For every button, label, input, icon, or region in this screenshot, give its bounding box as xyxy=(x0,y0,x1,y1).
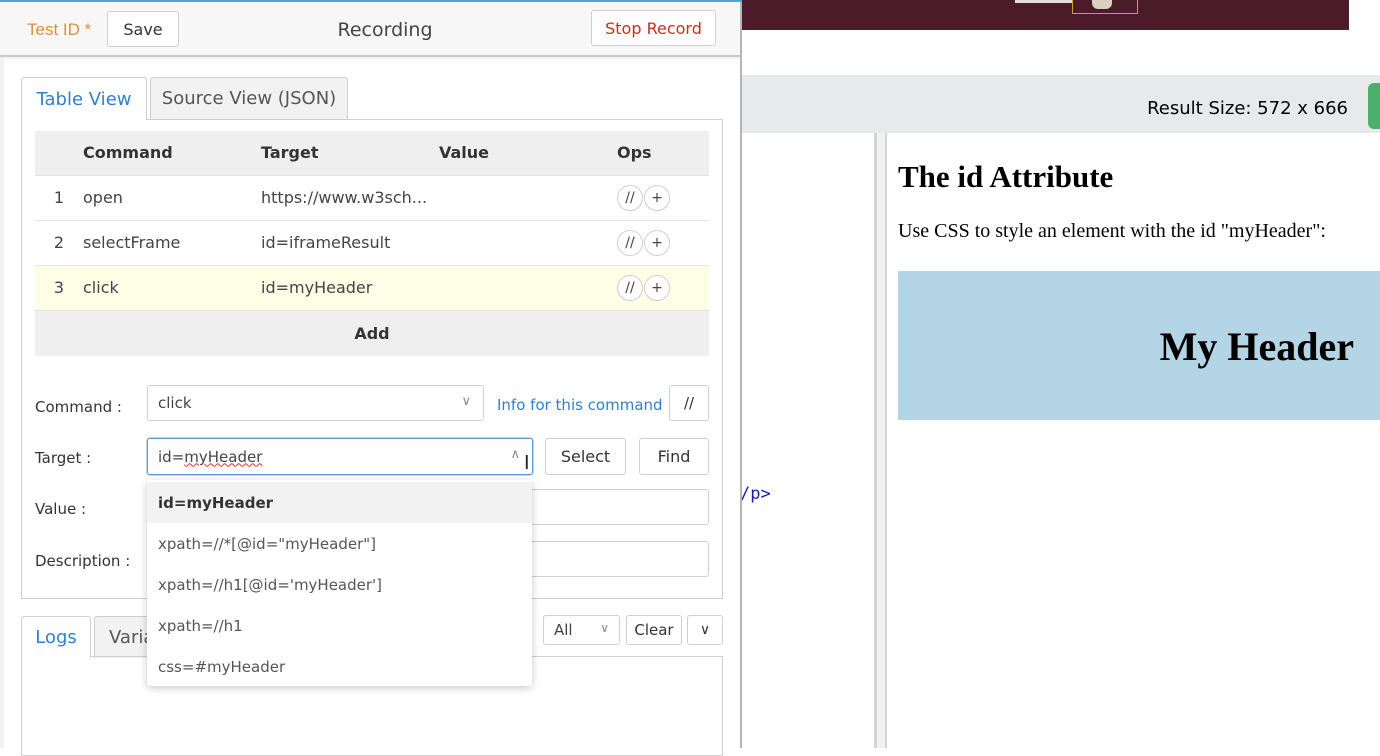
panel-header: Test ID * Save Recording Stop Record xyxy=(0,2,740,57)
target-label: Target : xyxy=(35,449,92,467)
result-size-label: Result Size: 572 x 666 xyxy=(1147,98,1348,119)
result-heading: The id Attribute xyxy=(898,159,1114,194)
chevron-up-icon: ∧ xyxy=(510,447,520,462)
site-banner xyxy=(740,0,1349,30)
pane-splitter-handle[interactable] xyxy=(877,133,885,748)
code-editor-snippet: /p> xyxy=(740,484,771,504)
suggestion-item[interactable]: xpath=//*[@id="myHeader"] xyxy=(147,523,532,564)
row-index: 3 xyxy=(35,265,83,311)
description-label: Description : xyxy=(35,552,131,570)
column-header-value: Value xyxy=(439,131,617,176)
column-header-command: Command xyxy=(83,131,261,176)
column-header-ops: Ops xyxy=(617,131,709,176)
banner-strip xyxy=(1015,0,1073,3)
row-target: id=myHeader xyxy=(261,265,439,311)
target-input-prefix: id= xyxy=(158,447,185,466)
suggestion-item[interactable]: css=#myHeader xyxy=(147,646,532,687)
row-command: open xyxy=(83,175,261,221)
banner-image xyxy=(1092,0,1112,9)
collapse-logs-button[interactable]: ∨ xyxy=(687,615,723,645)
row-value xyxy=(439,265,617,311)
command-select-value: click xyxy=(158,394,192,412)
table-row[interactable]: 1 open https://www.w3sch... //+ xyxy=(35,175,709,221)
row-target: id=iframeResult xyxy=(261,220,439,266)
find-target-button[interactable]: Find xyxy=(639,438,709,475)
recorder-panel: Test ID * Save Recording Stop Record Tab… xyxy=(0,0,742,756)
comment-out-button[interactable]: // xyxy=(617,229,643,256)
log-filter-value: All xyxy=(554,621,573,639)
my-header-text[interactable]: My Header xyxy=(1160,323,1354,370)
comment-out-button[interactable]: // xyxy=(617,274,643,301)
table-header-row: Command Target Value Ops xyxy=(35,131,709,176)
table-row[interactable]: 2 selectFrame id=iframeResult //+ xyxy=(35,220,709,266)
value-label: Value : xyxy=(35,500,87,518)
row-ops: //+ xyxy=(617,265,709,311)
background-browser-page: Result Size: 572 x 666 /p> The id Attrib… xyxy=(740,0,1380,748)
run-button[interactable] xyxy=(1368,83,1380,129)
select-target-button[interactable]: Select xyxy=(545,438,626,475)
column-header-index xyxy=(35,131,83,176)
row-command: selectFrame xyxy=(83,220,261,266)
clear-logs-button[interactable]: Clear xyxy=(626,615,682,645)
suggestion-item[interactable]: id=myHeader xyxy=(147,482,532,523)
toggle-comment-button[interactable]: // xyxy=(669,385,709,421)
row-target: https://www.w3sch... xyxy=(261,175,439,221)
result-frame: The id Attribute Use CSS to style an ele… xyxy=(898,133,1380,748)
command-info-link[interactable]: Info for this command xyxy=(497,396,663,414)
column-header-target: Target xyxy=(261,131,439,176)
chevron-down-icon: ∨ xyxy=(461,394,471,409)
stop-record-button[interactable]: Stop Record xyxy=(591,10,716,46)
insert-command-button[interactable]: + xyxy=(644,229,670,256)
command-label: Command : xyxy=(35,398,122,416)
row-command: click xyxy=(83,265,261,311)
row-ops: //+ xyxy=(617,220,709,266)
row-value xyxy=(439,175,617,221)
insert-command-button[interactable]: + xyxy=(644,274,670,301)
my-header-block[interactable]: My Header xyxy=(898,271,1380,420)
tab-logs[interactable]: Logs xyxy=(21,616,91,658)
command-table: Command Target Value Ops 1 open https://… xyxy=(35,131,709,311)
tab-source-view[interactable]: Source View (JSON) xyxy=(150,77,348,119)
tab-table-view[interactable]: Table View xyxy=(21,77,147,120)
target-input[interactable]: id= myHeader ∧ xyxy=(147,438,533,475)
row-value xyxy=(439,220,617,266)
suggestion-item[interactable]: xpath=//h1[@id='myHeader'] xyxy=(147,564,532,605)
result-paragraph: Use CSS to style an element with the id … xyxy=(898,220,1326,242)
result-toolbar: Result Size: 572 x 666 xyxy=(740,75,1380,133)
chevron-down-icon: ∨ xyxy=(600,621,609,635)
chevron-down-icon: ∨ xyxy=(699,622,711,638)
text-cursor-icon: І xyxy=(524,452,530,474)
log-filter-select[interactable]: All ∨ xyxy=(543,615,620,645)
row-ops: //+ xyxy=(617,175,709,221)
suggestion-item[interactable]: xpath=//h1 xyxy=(147,605,532,646)
comment-out-button[interactable]: // xyxy=(617,184,643,211)
row-index: 2 xyxy=(35,220,83,266)
target-suggestions-dropdown: id=myHeader xpath=//*[@id="myHeader"] xp… xyxy=(147,480,532,686)
table-row-selected[interactable]: 3 click id=myHeader //+ xyxy=(35,265,709,311)
add-command-button[interactable]: Add xyxy=(35,311,709,356)
row-index: 1 xyxy=(35,175,83,221)
insert-command-button[interactable]: + xyxy=(644,184,670,211)
command-select[interactable]: click ∨ xyxy=(147,385,484,421)
target-input-misspelled: myHeader xyxy=(184,447,263,466)
